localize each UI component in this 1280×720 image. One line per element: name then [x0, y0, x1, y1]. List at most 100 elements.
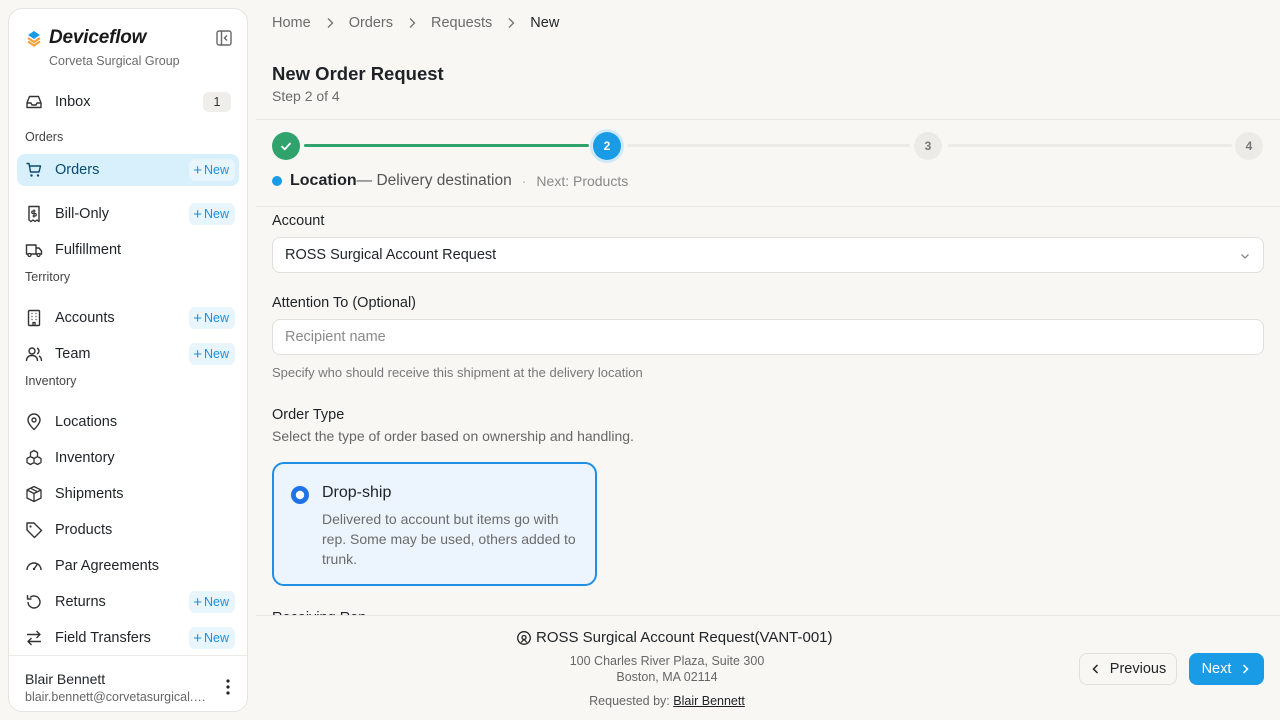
next-step-label: Next: Products [536, 173, 629, 189]
location-pin-icon [517, 630, 531, 645]
sidebar-item-par-agreements[interactable]: Par Agreements [17, 550, 239, 582]
sidebar-item-accounts[interactable]: Accounts + New [17, 302, 239, 334]
previous-button[interactable]: Previous [1079, 653, 1177, 685]
sidebar-item-products[interactable]: Products [17, 514, 239, 546]
plus-icon: + [193, 593, 202, 611]
sidebar-item-returns[interactable]: Returns + New [17, 586, 239, 618]
collapse-sidebar-icon[interactable] [215, 29, 233, 47]
sidebar-item-label: Orders [55, 162, 100, 178]
more-vertical-icon[interactable] [221, 678, 235, 696]
sidebar-item-inbox[interactable]: Inbox 1 [17, 86, 239, 118]
attention-to-label: Attention To (Optional) [272, 295, 417, 311]
arrows-left-right-icon [27, 630, 41, 646]
sidebar-item-label: Team [55, 346, 91, 362]
plus-icon: + [193, 205, 202, 223]
shopping-cart-icon [26, 162, 42, 177]
option-description: Delivered to account but items go with r… [322, 511, 576, 567]
new-label: New [203, 207, 229, 221]
delivery-account-name: ROSS Surgical Account Request(VANT-001) [536, 629, 833, 646]
order-type-label: Order Type [272, 407, 345, 423]
breadcrumb-current: New [530, 15, 560, 31]
step-4[interactable]: 4 [1235, 132, 1263, 160]
sidebar-item-field-transfers[interactable]: Field Transfers + New [17, 622, 239, 654]
check-icon [280, 142, 292, 151]
users-icon [25, 347, 43, 362]
step-connector-complete [304, 144, 589, 147]
sidebar-item-label: Locations [55, 414, 118, 430]
sidebar-item-team[interactable]: Team + New [17, 338, 239, 370]
attention-to-input[interactable] [272, 319, 1264, 355]
user-profile: Blair Bennett blair.bennett@corvetasurgi… [9, 655, 247, 711]
order-type-description: Select the type of order based on owners… [272, 428, 634, 444]
chevron-left-icon [1092, 664, 1098, 674]
requested-by-user-link[interactable]: Blair Bennett [673, 694, 745, 708]
new-label: New [203, 595, 229, 609]
sidebar-item-shipments[interactable]: Shipments [17, 478, 239, 510]
sidebar-item-label: Products [55, 522, 113, 538]
building-icon [27, 309, 41, 327]
receipt-dollar-icon [28, 205, 40, 223]
radio-selected-icon [291, 486, 309, 504]
new-field-transfer-button[interactable]: + New [189, 627, 235, 649]
sidebar-item-label: Accounts [55, 310, 115, 326]
sidebar-item-label: Returns [55, 594, 106, 610]
new-label: New [203, 631, 229, 645]
section-label-territory: Territory [25, 270, 71, 284]
breadcrumb: Home Orders Requests New [272, 15, 559, 31]
sidebar-item-orders[interactable]: Orders + New [17, 154, 239, 186]
new-bill-only-button[interactable]: + New [189, 203, 235, 225]
user-email: blair.bennett@corvetasurgical.com [25, 690, 211, 704]
truck-icon [25, 244, 43, 258]
inbox-icon [26, 95, 42, 109]
account-select[interactable]: ROSS Surgical Account Request [272, 237, 1264, 273]
plus-icon: + [193, 309, 202, 327]
new-team-member-button[interactable]: + New [189, 343, 235, 365]
delivery-account-summary: ROSS Surgical Account Request(VANT-001) [516, 629, 833, 646]
order-type-drop-ship-option[interactable]: Drop-ship Delivered to account but items… [272, 462, 597, 586]
new-return-button[interactable]: + New [189, 591, 235, 613]
sidebar-item-inventory[interactable]: Inventory [17, 442, 239, 474]
account-label: Account [272, 213, 325, 229]
chevron-right-icon [508, 18, 515, 28]
brand[interactable]: Deviceflow [25, 27, 146, 49]
package-icon [26, 485, 42, 503]
breadcrumb-home[interactable]: Home [272, 15, 311, 31]
current-step-title: Location [290, 172, 357, 189]
breadcrumb-requests[interactable]: Requests [431, 15, 492, 31]
step-1-complete[interactable] [272, 132, 300, 160]
sidebar-item-fulfillment[interactable]: Fulfillment [17, 234, 239, 266]
map-pin-icon [27, 413, 41, 431]
sidebar-item-label: Par Agreements [55, 558, 159, 574]
sidebar-item-label: Inbox [55, 94, 91, 110]
step-2-current[interactable]: 2 [590, 129, 624, 163]
deviceflow-logo-icon [27, 31, 41, 47]
organization-name: Corveta Surgical Group [49, 54, 180, 68]
sidebar-item-label: Field Transfers [55, 630, 151, 646]
step-3[interactable]: 3 [914, 132, 942, 160]
new-label: New [203, 347, 229, 361]
step-caption: Location — Delivery destination · Next: … [272, 172, 628, 190]
chevron-right-icon [1243, 664, 1249, 674]
address-line-1: 100 Charles River Plaza, Suite 300 [569, 654, 765, 668]
plus-icon: + [193, 345, 202, 363]
brand-name: Deviceflow [49, 27, 147, 48]
sidebar-item-label: Inventory [55, 450, 115, 466]
plus-icon: + [193, 629, 202, 647]
new-order-button[interactable]: + New [189, 159, 235, 181]
sidebar-item-label: Bill-Only [55, 206, 109, 222]
sidebar-item-locations[interactable]: Locations [17, 406, 239, 438]
requested-by: Requested by: Blair Bennett [256, 694, 1078, 708]
page-title: New Order Request [272, 63, 444, 84]
footer-summary: ROSS Surgical Account Request(VANT-001) … [256, 615, 1280, 720]
new-account-button[interactable]: + New [189, 307, 235, 329]
next-button[interactable]: Next [1189, 653, 1264, 685]
new-label: New [203, 311, 229, 325]
step-number: 2 [593, 132, 621, 160]
chevron-right-icon [327, 18, 334, 28]
breadcrumb-orders[interactable]: Orders [349, 15, 393, 31]
user-name: Blair Bennett [25, 671, 106, 687]
boxes-icon [26, 449, 42, 466]
sidebar-item-bill-only[interactable]: Bill-Only + New [17, 198, 239, 230]
next-button-label: Next [1201, 661, 1232, 677]
new-label: New [203, 163, 229, 177]
